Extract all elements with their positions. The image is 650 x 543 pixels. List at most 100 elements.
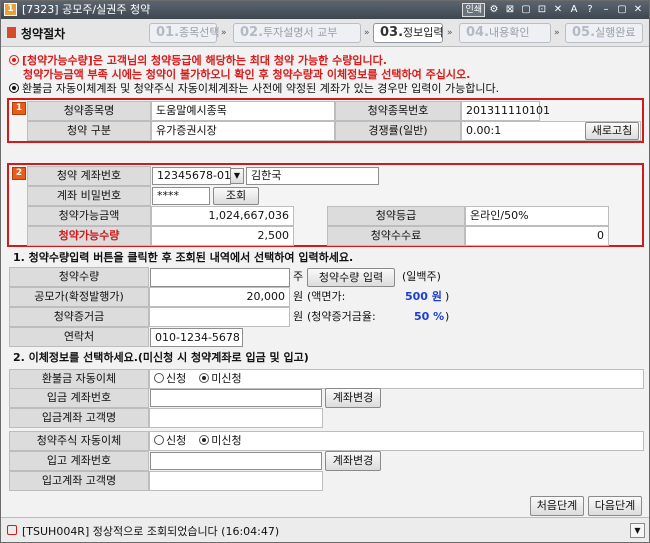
deposit-unit: 원 — [293, 310, 304, 323]
stock-code-value: 201311110101 — [461, 101, 550, 121]
qty-input[interactable] — [150, 268, 290, 287]
window-controls: 인쇄 ⚙ ⊠ ▢ ⊡ ✕ A ? – ▢ ✕ — [462, 2, 645, 18]
close-button[interactable]: ✕ — [631, 3, 645, 17]
change-receive-account-button[interactable]: 계좌변경 — [325, 451, 381, 471]
password-input[interactable]: **** — [152, 187, 210, 205]
step-2: 02.투자설명서 교부 — [233, 23, 361, 43]
refund-not-apply-radio[interactable] — [199, 373, 210, 383]
inquiry-button[interactable]: 조회 — [213, 187, 259, 205]
face-value-label: (액면가: — [307, 290, 346, 303]
step-header: 청약절차 01.종목선택 » 02.투자설명서 교부 » 03.정보입력 » 0… — [1, 19, 649, 47]
qty-label: 청약수량 — [9, 267, 149, 287]
stock-name-label: 청약종목명 — [27, 101, 151, 121]
chevron-down-icon[interactable]: ▼ — [230, 168, 244, 184]
offer-price-value: 20,000 — [149, 287, 290, 307]
deposit-rate-close: ) — [445, 310, 450, 323]
offer-price-label: 공모가(확정발행가) — [9, 287, 149, 307]
refresh-button[interactable]: 새로고침 — [585, 122, 639, 140]
settings-icon[interactable]: ⚙ — [487, 3, 501, 17]
step-arrow: » — [364, 28, 370, 38]
deposit-value — [149, 307, 290, 327]
font-size-icon[interactable]: A — [567, 3, 581, 17]
screen-icon[interactable]: ⊠ — [503, 3, 517, 17]
status-message: [TSUH004R] 정상적으로 조회되었습니다 (16:04:47) — [22, 525, 280, 538]
status-bar: [TSUH004R] 정상적으로 조회되었습니다 (16:04:47) ▼ — [1, 517, 649, 542]
frame-icon[interactable]: ▢ — [519, 3, 533, 17]
stock-info-section: 1 청약종목명 도움말예시종목 청약종목번호 201311110101 청약 구… — [7, 98, 644, 143]
refund-not-apply-label: 미신청 — [211, 372, 242, 385]
deposit-account-input[interactable] — [150, 389, 322, 407]
face-value-value: 500 원 — [405, 290, 442, 303]
link-icon[interactable]: ✕ — [551, 3, 565, 17]
window-icon[interactable]: ⊡ — [535, 3, 549, 17]
title-marker-icon — [7, 27, 16, 38]
account-number-select[interactable]: 12345678-01 — [152, 167, 231, 185]
notice-amount: 청약가능금액 부족 시에는 청약이 불가하오니 확인 후 청약수량과 이체정보를… — [23, 68, 471, 81]
step-4: 04.내용확인 — [459, 23, 551, 43]
step-arrow: » — [447, 28, 453, 38]
receive-holder-label: 입고계좌 고객명 — [9, 471, 149, 491]
stock-not-apply-label: 미신청 — [211, 434, 242, 447]
transfer-info-heading: 2. 이체정보를 선택하세요.(미신청 시 청약계좌로 입금 및 입고) — [13, 351, 309, 364]
bullet-icon — [9, 55, 19, 65]
receive-account-input[interactable] — [150, 452, 322, 470]
refund-apply-radio[interactable] — [154, 373, 164, 383]
fee-label: 청약수수료 — [327, 226, 465, 246]
refund-apply-label: 신청 — [166, 372, 187, 385]
stock-transfer-label: 청약주식 자동이체 — [9, 431, 149, 451]
competition-label: 경쟁률(일반) — [335, 121, 461, 141]
price-unit: 원 — [293, 290, 304, 303]
stock-code-label: 청약종목번호 — [335, 101, 461, 121]
grade-label: 청약등급 — [327, 206, 465, 226]
receive-holder-value — [149, 471, 323, 491]
notice-transfer: 환불금 자동이체계좌 및 청약주식 자동이체계좌는 사전에 약정된 계좌가 있는… — [9, 82, 499, 96]
available-qty-value: 2,500 — [151, 226, 294, 246]
deposit-label: 청약증거금 — [9, 307, 149, 327]
contact-input[interactable]: 010-1234-5678 — [150, 328, 243, 347]
contact-label: 연락처 — [9, 327, 149, 347]
window-title: [7323] 공모주/실권주 청약 — [22, 3, 151, 16]
qty-unit: 주 — [293, 270, 304, 283]
refund-transfer-options: 신청 미신청 — [149, 369, 644, 389]
section-badge-1: 1 — [12, 102, 26, 115]
deposit-rate-value: 50 % — [414, 310, 445, 323]
qty-note: (일백주) — [402, 270, 441, 283]
step-1: 01.종목선택 — [149, 23, 220, 43]
stock-apply-radio[interactable] — [154, 435, 164, 445]
receive-account-label: 입고 계좌번호 — [9, 451, 149, 471]
stock-name-value: 도움말예시종목 — [151, 101, 335, 121]
available-amount-label: 청약가능금액 — [27, 206, 151, 226]
print-button[interactable]: 인쇄 — [462, 3, 485, 17]
maximize-button[interactable]: ▢ — [615, 3, 629, 17]
change-deposit-account-button[interactable]: 계좌변경 — [325, 388, 381, 408]
type-label: 청약 구분 — [27, 121, 151, 141]
title-bar: 1 [7323] 공모주/실권주 청약 인쇄 ⚙ ⊠ ▢ ⊡ ✕ A ? – ▢… — [1, 1, 649, 19]
minimize-button[interactable]: – — [599, 3, 613, 17]
qty-input-heading: 1. 청약수량입력 버튼을 클릭한 후 조회된 내역에서 선택하여 입력하세요. — [13, 251, 354, 264]
refund-transfer-label: 환불금 자동이체 — [9, 369, 149, 389]
deposit-holder-value — [149, 408, 323, 428]
stock-apply-label: 신청 — [166, 434, 187, 447]
deposit-account-label: 입금 계좌번호 — [9, 388, 149, 408]
step-arrow: » — [221, 28, 227, 38]
chevron-down-icon[interactable]: ▼ — [630, 523, 645, 538]
deposit-rate-label: (청약증거금율: — [307, 310, 376, 323]
help-icon[interactable]: ? — [583, 3, 597, 17]
notice-qty: [청약가능수량]은 고객님의 청약등급에 해당하는 최대 청약 가능한 수량입니… — [9, 54, 387, 68]
password-label: 계좌 비밀번호 — [27, 186, 151, 206]
type-value: 유가증권시장 — [151, 121, 335, 141]
first-step-button[interactable]: 처음단계 — [530, 496, 584, 516]
stock-transfer-options: 신청 미신청 — [149, 431, 644, 451]
grade-value: 온라인/50% — [465, 206, 609, 226]
app-icon: 1 — [4, 3, 17, 16]
qty-input-button[interactable]: 청약수량 입력 — [307, 268, 395, 287]
available-qty-label: 청약가능수량 — [27, 226, 151, 246]
next-step-button[interactable]: 다음단계 — [588, 496, 642, 516]
message-icon — [7, 525, 17, 535]
stock-not-apply-radio[interactable] — [199, 435, 210, 445]
step-3: 03.정보입력 — [373, 23, 444, 43]
step-5: 05.실행완료 — [565, 23, 643, 43]
fee-value: 0 — [465, 226, 609, 246]
step-arrow: » — [554, 28, 560, 38]
available-amount-value: 1,024,667,036 — [151, 206, 294, 226]
